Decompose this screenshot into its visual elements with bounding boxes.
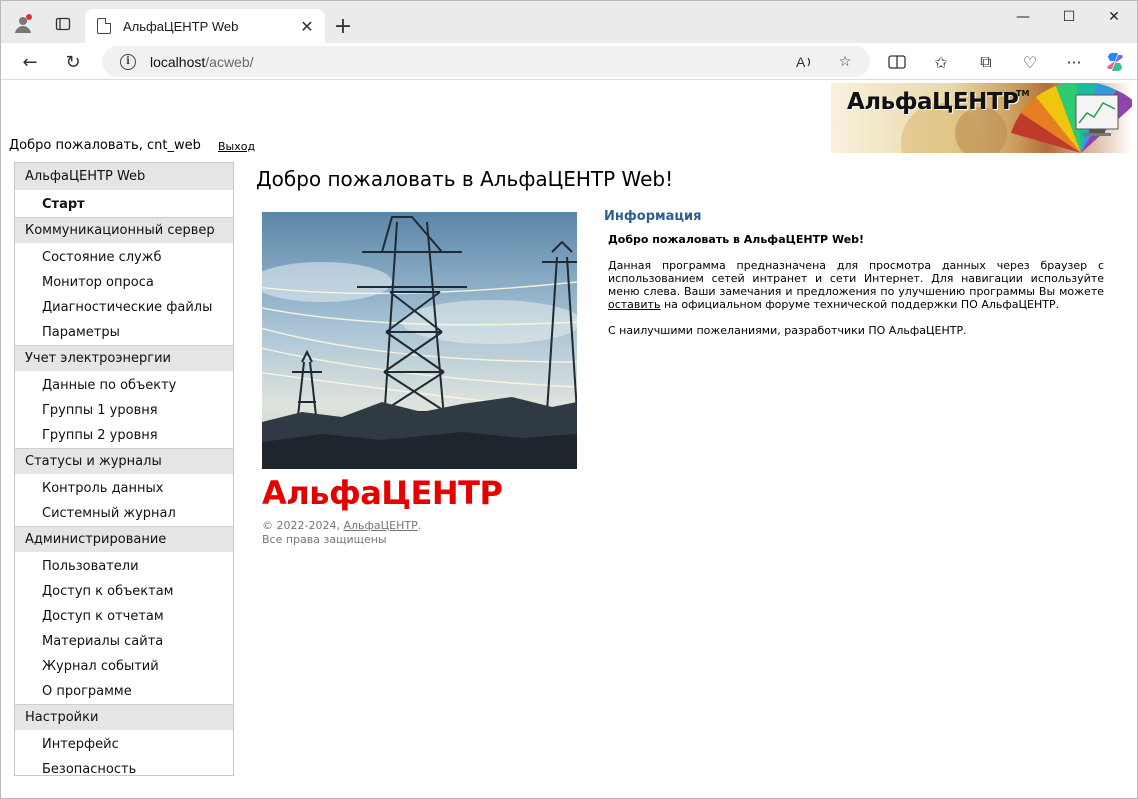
sidebar-item[interactable]: Группы 2 уровня (15, 423, 233, 448)
sidebar-item[interactable]: Пользователи (15, 554, 233, 579)
sidebar-item[interactable]: Материалы сайта (15, 629, 233, 654)
copilot-icon[interactable] (1102, 49, 1128, 75)
close-tab-icon[interactable]: ✕ (295, 14, 319, 38)
copyright: © 2022-2024, АльфаЦЕНТР. Все права защищ… (262, 519, 421, 547)
info-signature: С наилучшими пожеланиями, разработчики П… (608, 324, 967, 337)
new-tab-button[interactable]: + (329, 12, 357, 40)
page-title: Добро пожаловать в АльфаЦЕНТР Web! (256, 167, 674, 191)
sidebar-item[interactable]: Контроль данных (15, 476, 233, 501)
info-paragraph: Данная программа предназначена для просм… (608, 259, 1104, 311)
tab-title: АльфаЦЕНТР Web (123, 18, 239, 34)
sidebar-item[interactable]: Монитор опроса (15, 270, 233, 295)
sidebar-menu: АльфаЦЕНТР Web Старт Коммуникационный серв… (14, 162, 234, 777)
refresh-button[interactable]: ↻ (58, 47, 88, 77)
profile-icon[interactable] (9, 10, 37, 38)
sidebar-item[interactable]: О программе (15, 679, 233, 704)
info-welcome: Добро пожаловать в АльфаЦЕНТР Web! (608, 233, 865, 246)
more-menu-icon[interactable]: ··· (1061, 49, 1087, 75)
sidebar-item[interactable]: Группы 1 уровня (15, 398, 233, 423)
info-para-text: Данная программа предназначена для просм… (608, 259, 1104, 298)
brand-name-large: АльфаЦЕНТР (262, 474, 503, 512)
copyright-prefix: © 2022-2024, (262, 519, 344, 532)
info-para-text-end: на официальном форуме технической поддер… (660, 298, 1060, 311)
sidebar-item[interactable]: Старт (15, 192, 233, 217)
close-window-button[interactable]: ✕ (1091, 1, 1137, 33)
url-path: /acweb/ (205, 53, 254, 70)
back-button[interactable]: ← (15, 47, 45, 77)
sidebar-item[interactable]: Доступ к отчетам (15, 604, 233, 629)
logo-banner: АльфаЦЕНТР TM (831, 83, 1132, 153)
sidebar-item[interactable]: Диагностические файлы (15, 295, 233, 320)
sidebar-section-header[interactable]: Учет электроэнергии (15, 345, 233, 371)
sidebar-section-header[interactable]: Статусы и журналы (15, 448, 233, 474)
minimize-button[interactable]: — (1000, 1, 1046, 33)
welcome-user-text: Добро пожаловать, cnt_web (9, 138, 201, 153)
favorite-star-icon[interactable]: ☆ (834, 52, 856, 72)
sidebar-item[interactable]: Состояние служб (15, 245, 233, 270)
sidebar-item[interactable]: Данные по объекту (15, 373, 233, 398)
rights-text: Все права защищены (262, 533, 387, 546)
page-viewport: АльфаЦЕНТР TM Добро пожаловать, cnt_web … (5, 81, 1134, 795)
sidebar-section-header[interactable]: АльфаЦЕНТР Web (15, 163, 233, 190)
browser-essentials-icon[interactable]: ♡ (1017, 49, 1043, 75)
url-host: localhost (150, 53, 206, 70)
copyright-link[interactable]: АльфаЦЕНТР (343, 519, 417, 532)
svg-text:A: A (796, 54, 806, 70)
sidebar-item[interactable]: Интерфейс (15, 732, 233, 757)
split-screen-icon[interactable] (884, 49, 910, 75)
favorites-icon[interactable]: ✩ (928, 49, 954, 75)
tab-actions-icon[interactable] (49, 10, 77, 38)
power-lines-photo (262, 212, 577, 469)
maximize-button[interactable]: ☐ (1046, 1, 1092, 33)
collections-icon[interactable]: ⧉ (973, 49, 999, 75)
logo-text: АльфаЦЕНТР (847, 89, 1019, 115)
sidebar-section-header[interactable]: Администрирование (15, 526, 233, 552)
browser-toolbar: ← ↻ i localhost /acweb/ A ☆ ✩ ⧉ ♡ ··· (1, 43, 1137, 80)
info-block: Добро пожаловать в АльфаЦЕНТР Web! Данна… (608, 233, 1104, 350)
read-aloud-icon[interactable]: A (794, 52, 816, 72)
feedback-link[interactable]: оставить (608, 298, 660, 311)
browser-window: АльфаЦЕНТР Web ✕ + — ☐ ✕ ← ↻ i localhost… (0, 0, 1138, 799)
logo-tm: TM (1016, 89, 1030, 98)
sidebar-item[interactable]: Доступ к объектам (15, 579, 233, 604)
site-info-icon[interactable]: i (120, 53, 136, 70)
sidebar-item[interactable]: Безопасность (15, 757, 233, 782)
copyright-suffix: . (417, 519, 422, 532)
tab-bar: АльфаЦЕНТР Web ✕ + — ☐ ✕ (1, 1, 1137, 43)
logout-link[interactable]: Выход (218, 140, 255, 153)
sidebar-section-header[interactable]: Коммуникационный сервер (15, 217, 233, 243)
tab-active[interactable]: АльфаЦЕНТР Web ✕ (85, 9, 325, 43)
info-title: Информация (604, 209, 702, 224)
sidebar-item[interactable]: Системный журнал (15, 501, 233, 526)
address-bar[interactable]: i localhost /acweb/ A ☆ (102, 46, 870, 77)
sidebar-item[interactable]: Параметры (15, 320, 233, 345)
page-icon (97, 18, 111, 34)
sidebar-item[interactable]: Журнал событий (15, 654, 233, 679)
sidebar-section-header[interactable]: Настройки (15, 704, 233, 730)
